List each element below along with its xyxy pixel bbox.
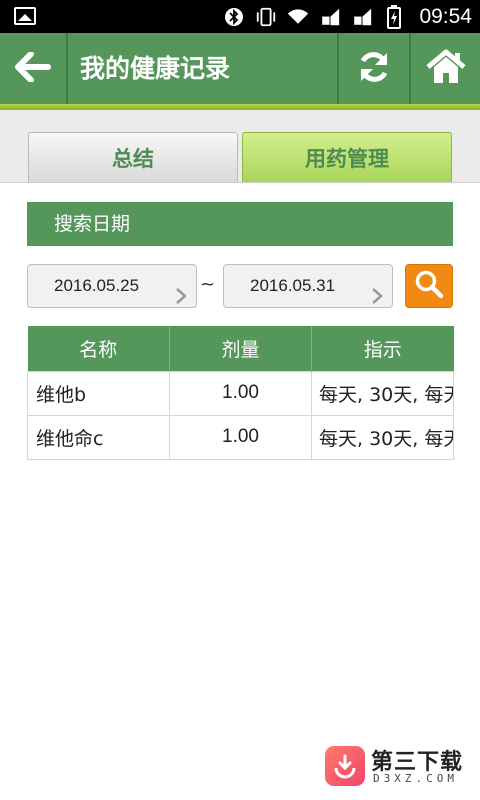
refresh-button[interactable] [339, 33, 409, 104]
bluetooth-icon [223, 6, 245, 28]
status-time: 09:54 [419, 4, 472, 28]
search-icon [414, 269, 444, 303]
tab-medication-management[interactable]: 用药管理 [242, 132, 452, 182]
page-title: 我的健康记录 [80, 54, 231, 83]
cell-instruction: 每天, 30天, 每天 [311, 370, 454, 416]
date-range-separator: ~ [200, 274, 216, 295]
battery-charging-icon [383, 4, 405, 29]
home-button[interactable] [411, 33, 480, 104]
end-date-picker[interactable]: 2016.05.31 [223, 264, 393, 308]
table-row[interactable]: 维他b 1.00 每天, 30天, 每天 [27, 370, 454, 416]
gallery-icon [14, 7, 36, 25]
search-button[interactable] [405, 264, 453, 308]
start-date-picker[interactable]: 2016.05.25 [27, 264, 197, 308]
chevron-right-icon [174, 278, 188, 304]
arrow-left-icon [15, 50, 51, 86]
end-date-value: 2016.05.31 [250, 276, 336, 295]
watermark-subtext: D3XZ.COM [373, 772, 458, 785]
cell-instruction: 每天, 30天, 每天 [311, 414, 454, 460]
wifi-icon [287, 6, 309, 28]
tab-summary[interactable]: 总结 [28, 132, 238, 182]
cell-name: 维他b [27, 370, 170, 416]
app-header: 我的健康记录 [0, 33, 480, 104]
column-header-name: 名称 [27, 326, 170, 371]
refresh-icon [356, 49, 392, 89]
watermark: 第三下载 D3XZ.COM [325, 744, 475, 792]
header-divider [66, 33, 68, 104]
status-icons: 09:54 [223, 0, 472, 33]
medication-table: 名称 剂量 指示 维他b 1.00 每天, 30天, 每天 维他命c 1.00 … [27, 326, 454, 460]
table-header-row: 名称 剂量 指示 [27, 326, 454, 371]
column-header-dose: 剂量 [169, 326, 312, 371]
cell-dose: 1.00 [169, 370, 312, 416]
tab-bar: 总结 用药管理 [0, 110, 480, 183]
sim1-signal-icon [319, 6, 341, 28]
status-bar: 09:54 [0, 0, 480, 33]
chevron-right-icon [370, 278, 384, 304]
home-icon [425, 49, 466, 89]
start-date-value: 2016.05.25 [54, 276, 140, 295]
vibrate-icon [255, 6, 277, 28]
download-logo-icon [325, 746, 365, 786]
sim2-signal-icon [351, 6, 373, 28]
back-button[interactable] [0, 33, 66, 104]
cell-dose: 1.00 [169, 414, 312, 460]
column-header-instruction: 指示 [311, 326, 454, 371]
cell-name: 维他命c [27, 414, 170, 460]
table-row[interactable]: 维他命c 1.00 每天, 30天, 每天 [27, 414, 454, 460]
search-date-header: 搜索日期 [27, 202, 453, 246]
